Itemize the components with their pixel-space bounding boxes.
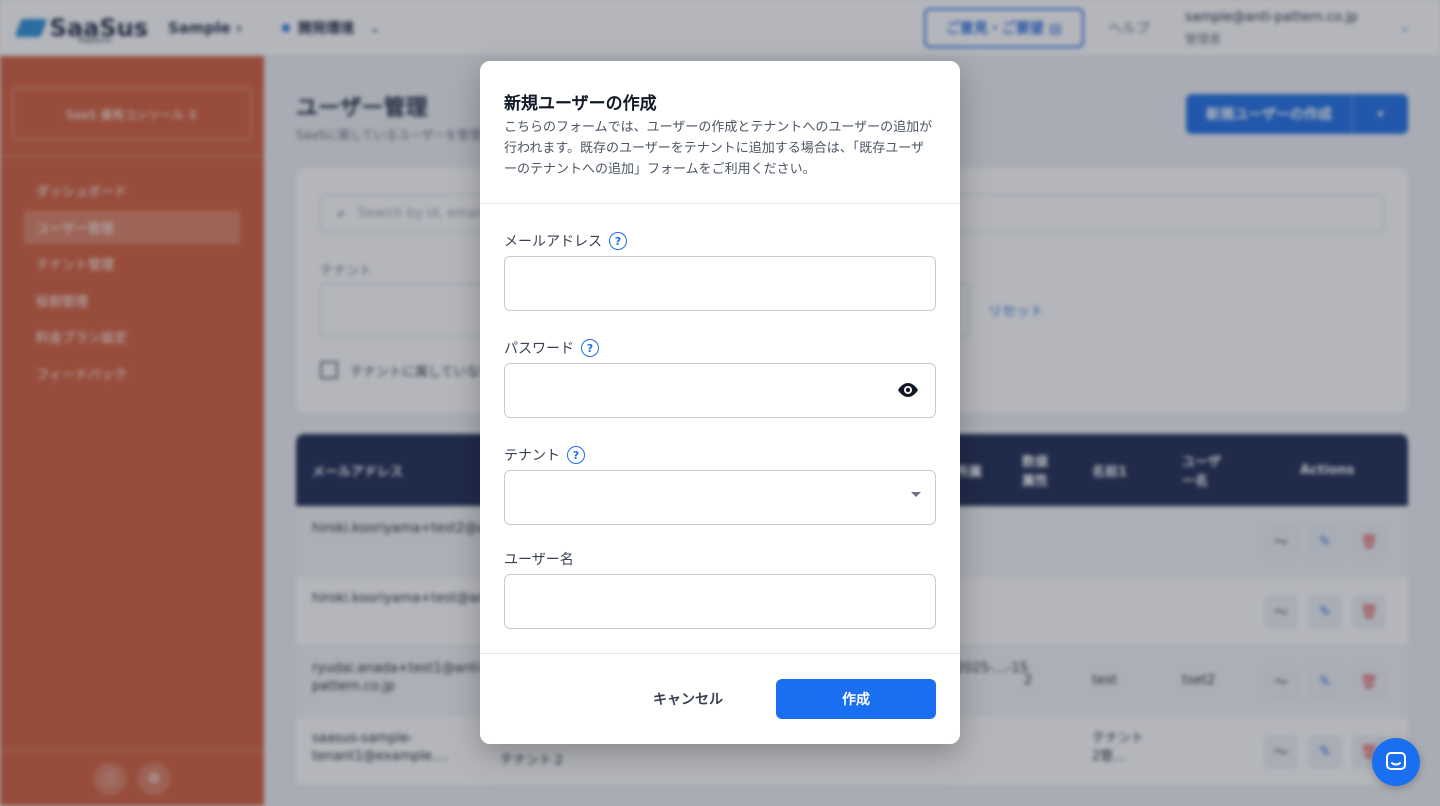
modal-title: 新規ユーザーの作成 bbox=[504, 94, 657, 114]
chat-icon bbox=[1386, 752, 1406, 770]
modal-divider bbox=[480, 653, 960, 654]
create-user-modal: 新規ユーザーの作成 こちらのフォームでは、ユーザーの作成とテナントへのユーザーの… bbox=[480, 61, 960, 744]
username-label-text: ユーザー名 bbox=[504, 552, 574, 568]
eye-icon[interactable] bbox=[896, 381, 920, 399]
email-field[interactable] bbox=[504, 256, 936, 311]
email-field-label: メールアドレス ? bbox=[504, 231, 627, 251]
username-field[interactable] bbox=[504, 574, 936, 629]
cancel-button[interactable]: キャンセル bbox=[628, 679, 748, 719]
tenant-label-text: テナント bbox=[504, 448, 560, 464]
password-field[interactable] bbox=[504, 363, 936, 418]
username-field-label: ユーザー名 bbox=[504, 549, 574, 569]
help-icon[interactable]: ? bbox=[609, 232, 627, 250]
modal-description: こちらのフォームでは、ユーザーの作成とテナントへのユーザーの追加が行われます。既… bbox=[504, 120, 933, 177]
help-icon[interactable]: ? bbox=[581, 339, 599, 357]
help-icon[interactable]: ? bbox=[567, 446, 585, 464]
modal-divider bbox=[480, 203, 960, 204]
chat-widget-button[interactable] bbox=[1372, 738, 1420, 786]
create-button[interactable]: 作成 bbox=[776, 679, 936, 719]
tenant-select[interactable] bbox=[504, 470, 936, 525]
password-label-text: パスワード bbox=[504, 341, 574, 357]
email-label-text: メールアドレス bbox=[504, 234, 602, 250]
tenant-field-label: テナント ? bbox=[504, 445, 585, 465]
password-field-label: パスワード ? bbox=[504, 338, 599, 358]
chevron-down-icon bbox=[911, 492, 921, 497]
